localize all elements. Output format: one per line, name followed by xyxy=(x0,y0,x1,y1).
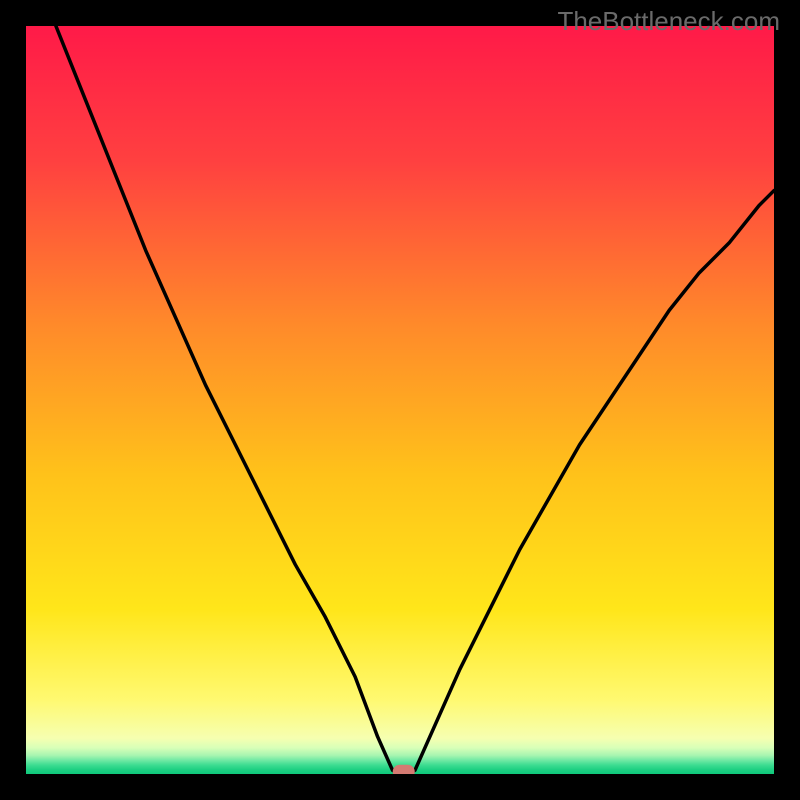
frame-left xyxy=(0,0,26,800)
frame-bottom xyxy=(0,774,800,800)
bottleneck-chart: TheBottleneck.com xyxy=(0,0,800,800)
plot-background xyxy=(26,26,774,774)
frame-top xyxy=(0,0,800,26)
frame-right xyxy=(774,0,800,800)
